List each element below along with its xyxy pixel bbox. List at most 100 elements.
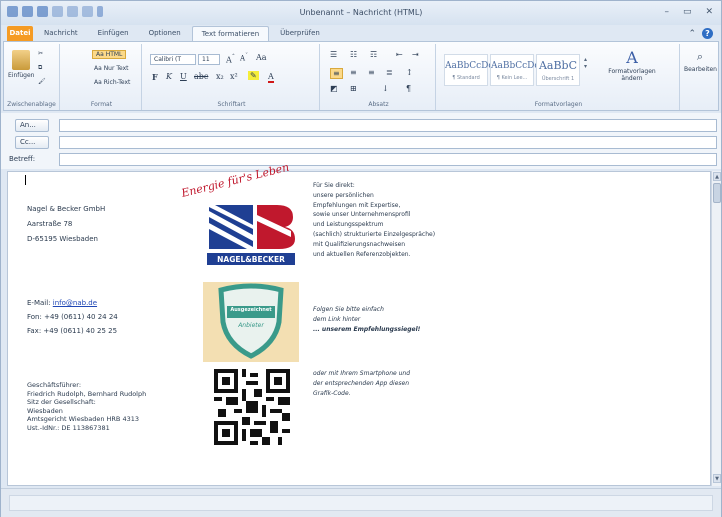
multilevel-list-icon[interactable]: ☶ [370,50,377,59]
to-field[interactable] [59,119,717,132]
scroll-down-icon[interactable]: ▼ [713,474,721,483]
group-label-styles: Formatvorlagen [534,101,583,108]
tab-format-text[interactable]: Text formatieren [191,26,270,41]
tab-message[interactable]: Nachricht [35,26,87,41]
signature-fax: Fax: +49 (0611) 40 25 25 [27,327,118,335]
borders-icon[interactable]: ⊞ [350,84,357,93]
tab-insert[interactable]: Einfügen [89,26,138,41]
copy-icon[interactable]: ⧉ [38,64,42,72]
people-pane [1,488,721,517]
email-label: E-Mail: [27,299,51,307]
editing-button[interactable]: ⌕ Bearbeiten [684,50,717,73]
underline-icon[interactable]: U [180,72,187,81]
email-link[interactable]: info@nab.de [53,299,97,307]
ribbon-tabs: Datei Nachricht Einfügen Optionen Text f… [1,25,721,41]
qr-code[interactable] [214,369,290,445]
highlight-icon[interactable]: ✎ [248,71,259,80]
text-cursor [25,175,26,185]
shading-icon[interactable]: ◩ [330,84,338,93]
clear-format-icon[interactable]: Aa [256,53,267,62]
logo-name-text: NAGEL&BECKER [217,255,285,264]
tab-options[interactable]: Optionen [140,26,190,41]
signature-city: D-65195 Wiesbaden [27,235,98,243]
group-styles: AaBbCcDc ¶ Standard AaBbCcDc ¶ Kein Lee.… [438,44,680,110]
signature-company: Nagel & Becker GmbH [27,205,106,213]
bold-icon[interactable]: F [152,72,158,82]
cc-field[interactable] [59,136,717,149]
align-center-icon[interactable]: ≡ [350,68,357,77]
close-button[interactable]: ✕ [705,7,713,17]
paste-icon [12,50,30,70]
ribbon-help-area: ⌃ ? [688,28,713,39]
ribbon: Einfügen ✂ ⧉ 🖌 Zwischenablage Aa HTML Aa… [3,41,719,111]
group-label-paragraph: Absatz [368,101,389,108]
promo-text: Für Sie direkt: unsere persönlichen Empf… [313,182,436,258]
strikethrough-icon[interactable]: abc [194,72,208,81]
subject-field[interactable] [59,153,717,166]
recommendation-badge[interactable]: Ausgezeichnet Anbieter [203,282,299,362]
style-no-spacing[interactable]: AaBbCcDc ¶ Kein Lee... [490,54,539,86]
nagel-becker-logo[interactable]: NAGEL&BECKER [205,201,297,267]
subject-label: Betreff: [9,155,36,163]
signature-phone: Fon: +49 (0611) 40 24 24 [27,313,118,321]
sort-icon[interactable]: ↓ [382,84,389,93]
find-icon: ⌕ [696,50,704,63]
signature-email-row: E-Mail: info@nab.de [27,298,97,308]
vertical-scrollbar[interactable]: ▲ ▼ [711,171,721,486]
paste-button[interactable]: Einfügen [8,50,34,79]
shrink-font-icon[interactable]: Aˇ [240,53,248,62]
group-font: Calibri (T 11 Aˆ Aˇ Aa F K U abc x₂ x² ✎… [144,44,320,110]
italic-icon[interactable]: K [166,72,172,81]
recommendation-link[interactable]: ... unserem Empfehlungssiegel! [313,325,420,335]
signature-street: Aarstraße 78 [27,220,73,228]
tab-review[interactable]: Überprüfen [271,26,329,41]
outlook-message-window: Unbenannt – Nachricht (HTML) – ▭ ✕ Datei… [0,0,722,517]
styles-scroll-icon[interactable]: ▴ ▾ [584,56,587,70]
scroll-thumb[interactable] [713,183,721,203]
line-spacing-icon[interactable]: ↕ [406,68,413,77]
align-left-icon[interactable]: ≡ [330,68,343,79]
change-styles-button[interactable]: A Formatvorlagen ändern [606,48,658,82]
tab-file[interactable]: Datei [7,26,33,41]
superscript-icon[interactable]: x² [230,72,238,81]
grow-font-icon[interactable]: Aˆ [226,53,235,65]
format-rich-text-button[interactable]: Aa Rich-Text [94,79,130,86]
increase-indent-icon[interactable]: ⇥ [412,50,419,59]
group-label-clipboard: Zwischenablage [7,101,56,108]
maximize-button[interactable]: ▭ [683,7,692,17]
call-to-action: Folgen Sie bitte einfach dem Link hinter… [313,306,421,335]
bullets-icon[interactable]: ☰ [330,50,337,59]
style-standard[interactable]: AaBbCcDc ¶ Standard [444,54,493,86]
badge-line-2: Anbieter [238,322,264,329]
decrease-indent-icon[interactable]: ⇤ [396,50,403,59]
cut-icon[interactable]: ✂ [38,50,43,57]
people-pane-bar[interactable] [9,495,713,511]
scroll-up-icon[interactable]: ▲ [713,172,721,181]
group-clipboard: Einfügen ✂ ⧉ 🖌 Zwischenablage [4,44,60,110]
message-header: An... Cc... Betreff: [1,113,721,169]
format-plain-text-button[interactable]: Aa Nur Text [94,65,129,72]
help-icon[interactable]: ? [702,28,713,39]
group-paragraph: ☰ ☷ ☶ ⇤ ⇥ ≡ ≡ ≡ ≣ ↕ ◩ ⊞ ↓ ¶ Absatz [322,44,436,110]
font-color-icon[interactable]: A [268,72,274,83]
title-bar: Unbenannt – Nachricht (HTML) – ▭ ✕ [1,1,721,25]
format-painter-icon[interactable]: 🖌 [38,78,46,85]
logo-n-mark [209,205,253,249]
badge-line-1: Ausgezeichnet [230,307,272,313]
numbering-icon[interactable]: ☷ [350,50,357,59]
format-html-button[interactable]: Aa HTML [92,50,127,59]
pilcrow-icon[interactable]: ¶ [406,84,411,93]
signature-legal: Geschäftsführer: Friedrich Rudolph, Bern… [27,381,147,432]
subscript-icon[interactable]: x₂ [216,72,224,81]
change-styles-icon: A [626,48,638,67]
align-right-icon[interactable]: ≡ [368,68,375,77]
justify-icon[interactable]: ≣ [386,68,393,77]
font-size-dropdown[interactable]: 11 [198,54,220,65]
group-label-font: Schriftart [217,101,246,108]
cc-button[interactable]: Cc... [15,136,49,149]
minimize-ribbon-icon[interactable]: ⌃ [688,29,696,39]
to-button[interactable]: An... [15,119,49,132]
minimize-button[interactable]: – [664,7,669,17]
style-heading-1[interactable]: AaBbC Überschrift 1 [536,54,580,86]
font-family-dropdown[interactable]: Calibri (T [150,54,196,65]
